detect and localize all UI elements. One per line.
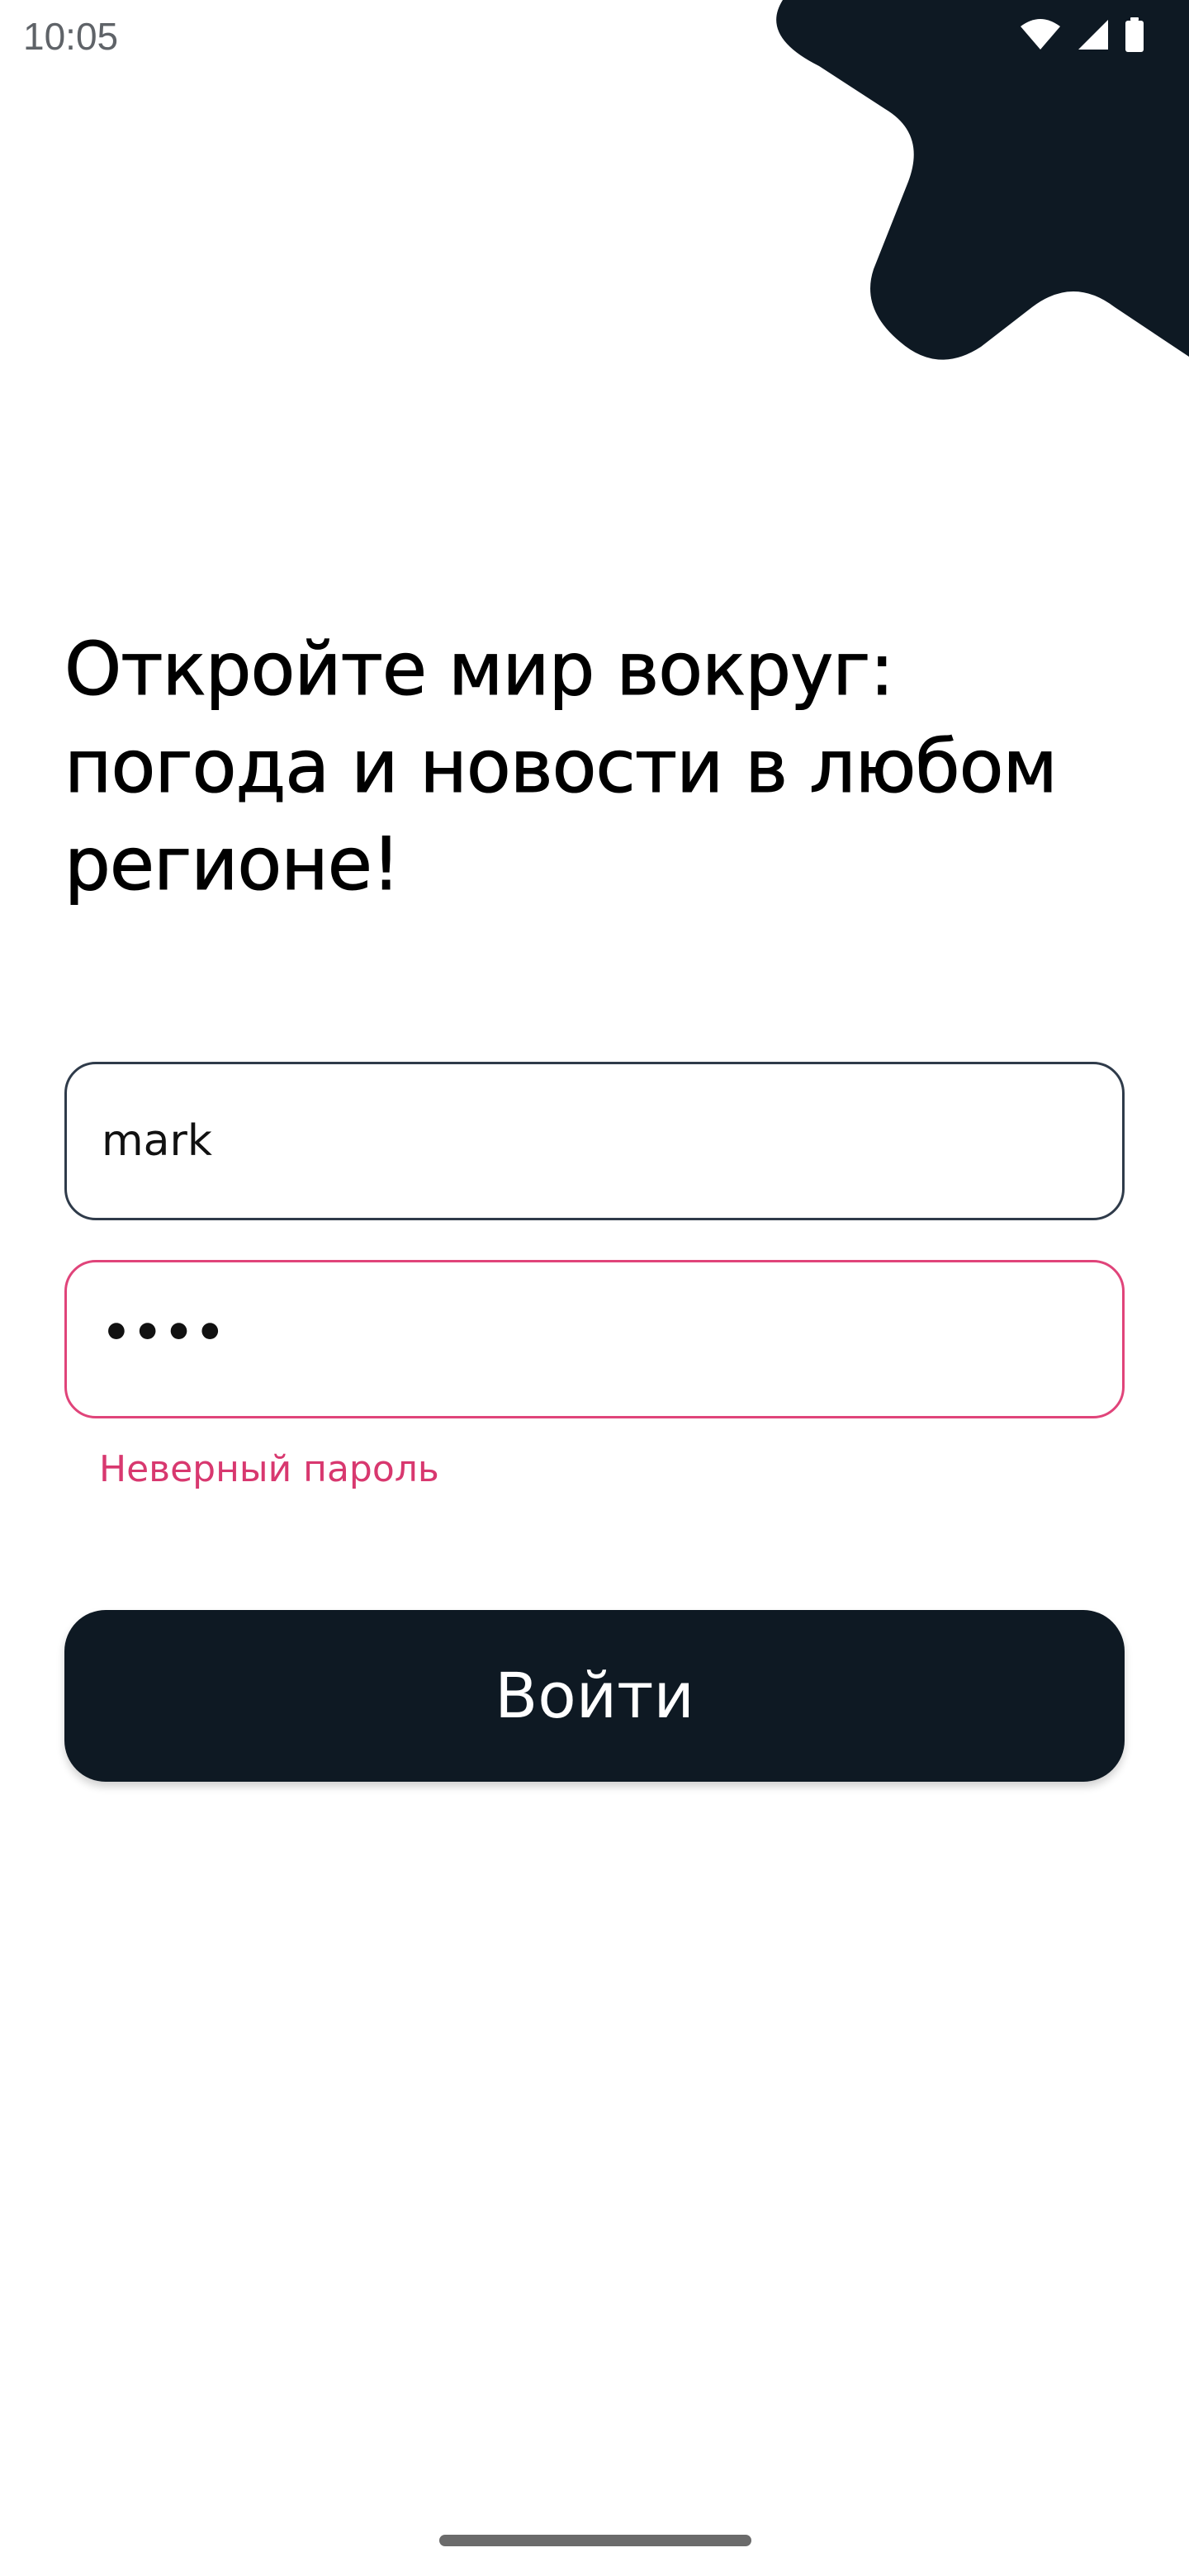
login-button[interactable]: Войти	[64, 1610, 1125, 1782]
login-input-value: mark	[102, 1116, 213, 1166]
login-input[interactable]: mark	[64, 1062, 1125, 1220]
status-icons	[1019, 17, 1144, 52]
title-line-3: регионе!	[64, 822, 400, 907]
password-error-message: Неверный пароль	[99, 1448, 439, 1490]
wifi-icon	[1019, 18, 1062, 51]
title-line-1: Откройте мир вокруг:	[64, 627, 894, 713]
status-bar: 10:05	[0, 0, 1189, 74]
password-input[interactable]: ••••	[64, 1260, 1125, 1418]
status-time: 10:05	[23, 15, 119, 58]
title-line-2: погода и новости в любом	[64, 724, 1059, 810]
cellular-signal-icon	[1077, 18, 1110, 51]
password-input-value: ••••	[102, 1305, 227, 1360]
gesture-navigation-bar[interactable]	[439, 2535, 751, 2546]
page-title: Откройте мир вокруг: погода и новости в …	[64, 621, 1138, 913]
battery-icon	[1125, 17, 1144, 52]
